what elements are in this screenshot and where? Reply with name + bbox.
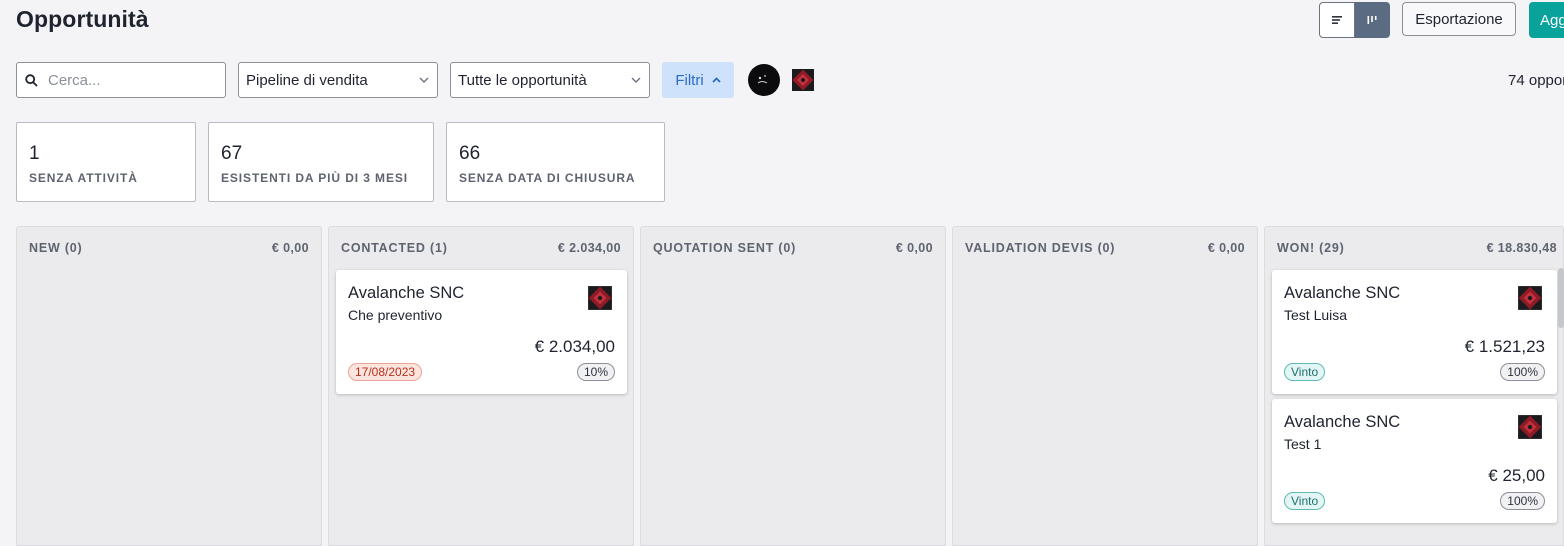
column-title: CONTACTED (1) (341, 241, 448, 255)
filters-label: Filtri (675, 71, 704, 89)
stat-value: 1 (29, 143, 40, 164)
pipeline-select[interactable]: Pipeline di vendita (238, 62, 438, 98)
company-logo-icon (1518, 286, 1542, 310)
column-title: WON! (29) (1277, 241, 1345, 255)
stat-value: 67 (221, 143, 243, 164)
add-opportunity-button[interactable]: Aggiungi (1529, 2, 1564, 38)
column-title: VALIDATION DEVIS (0) (965, 241, 1116, 255)
won-status-badge: Vinto (1284, 492, 1326, 510)
chevron-down-icon (631, 77, 641, 83)
stat-card-no-activity[interactable]: 1 SENZA ATTIVITÀ (16, 122, 196, 202)
column-total: € 0,00 (271, 241, 309, 255)
stat-card-no-close-date[interactable]: 66 SENZA DATA DI CHIUSURA (446, 122, 665, 202)
column-total: € 0,00 (895, 241, 933, 255)
page-title: Opportunità (16, 6, 149, 32)
probability-badge: 100% (1500, 363, 1545, 381)
pipeline-select-value: Pipeline di vendita (246, 71, 368, 89)
stat-label: SENZA DATA DI CHIUSURA (459, 171, 636, 185)
deal-company: Avalanche SNC (1284, 413, 1401, 431)
deal-title: Test Luisa (1284, 307, 1348, 323)
search-field[interactable] (16, 62, 226, 98)
stat-label: SENZA ATTIVITÀ (29, 171, 138, 185)
deal-card[interactable]: Avalanche SNC Test Luisa € 1.521,23 Vint… (1272, 270, 1557, 394)
column-scrollbar[interactable] (1558, 268, 1564, 328)
close-date-badge: 17/08/2023 (348, 363, 423, 381)
column-title: QUOTATION SENT (0) (653, 241, 797, 255)
list-view-icon (1332, 16, 1342, 24)
deal-amount: € 1.521,23 (1464, 337, 1545, 356)
deal-company: Avalanche SNC (348, 284, 465, 302)
list-view-button[interactable] (1319, 2, 1355, 38)
filters-button[interactable]: Filtri (662, 62, 734, 98)
export-button[interactable]: Esportazione (1402, 2, 1516, 36)
kanban-view-button[interactable] (1355, 2, 1390, 38)
kanban-column-validation-devis: VALIDATION DEVIS (0) € 0,00 (952, 226, 1258, 546)
search-input[interactable] (46, 70, 210, 90)
chevron-down-icon (419, 77, 429, 83)
company-logo-icon[interactable] (791, 68, 815, 92)
company-logo-icon (588, 286, 612, 310)
stat-card-older-than-3-months[interactable]: 67 ESISTENTI DA PIÙ DI 3 MESI (208, 122, 434, 202)
deal-company: Avalanche SNC (1284, 284, 1401, 302)
stat-value: 66 (459, 143, 481, 164)
view-toggle (1319, 2, 1390, 38)
opportunity-count: 74 opportunità (1508, 72, 1564, 89)
deal-card[interactable]: Avalanche SNC Che preventivo € 2.034,00 … (336, 270, 627, 394)
column-title: NEW (0) (29, 241, 83, 255)
column-total: € 0,00 (1207, 241, 1245, 255)
column-total: € 18.830,48 (1486, 241, 1557, 255)
opportunity-select-value: Tutte le opportunità (458, 71, 587, 89)
deal-card[interactable]: Avalanche SNC Test 1 € 25,00 Vinto 100% (1272, 399, 1557, 523)
chevron-up-icon (712, 77, 721, 83)
deal-title: Test 1 (1284, 436, 1322, 452)
kanban-column-quotation-sent: QUOTATION SENT (0) € 0,00 (640, 226, 946, 546)
kanban-view-icon (1367, 16, 1377, 24)
company-logo-icon (1518, 415, 1542, 439)
stat-label: ESISTENTI DA PIÙ DI 3 MESI (221, 171, 408, 185)
kanban-column-new: NEW (0) € 0,00 (16, 226, 322, 546)
user-avatar[interactable] (748, 64, 780, 96)
column-total: € 2.034,00 (557, 241, 621, 255)
deal-amount: € 25,00 (1488, 466, 1545, 485)
kanban-column-won: WON! (29) € 18.830,48 Avalanche SNC Test… (1264, 226, 1564, 546)
search-icon (25, 73, 38, 87)
probability-badge: 10% (576, 363, 615, 381)
deal-title: Che preventivo (348, 307, 443, 323)
opportunity-filter-select[interactable]: Tutte le opportunità (450, 62, 650, 98)
probability-badge: 100% (1500, 492, 1545, 510)
deal-amount: € 2.034,00 (534, 337, 615, 356)
kanban-column-contacted: CONTACTED (1) € 2.034,00 Avalanche SNC C… (328, 226, 634, 546)
won-status-badge: Vinto (1284, 363, 1326, 381)
